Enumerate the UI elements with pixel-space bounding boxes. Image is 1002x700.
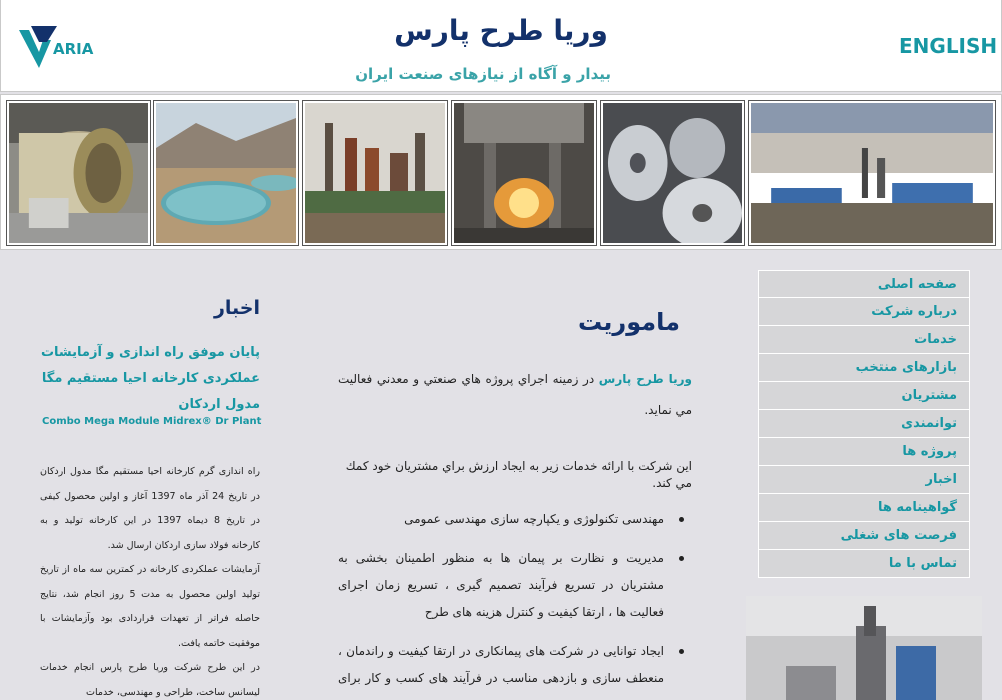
steel-coils-photo [600,100,745,246]
nav-item-projects[interactable]: پروژه ها [758,438,970,466]
site-tagline: بیدار و آگاه از نیازهای صنعت ایران [355,65,611,83]
nav-item-careers[interactable]: فرصت های شغلی [758,522,970,550]
list-item: ایجاد توانایی در شرکت های پیمانکاری در ا… [338,638,684,700]
mission-brand: وريا طرح پارس [598,372,692,386]
svg-text:ARIA: ARIA [53,40,94,58]
list-item-text: ایجاد توانایی در شرکت های پیمانکاری در ا… [338,644,664,700]
news-headline-link[interactable]: پایان موفق راه اندازی و آزمایشات عملکردی… [40,340,260,418]
nav-item-capabilities[interactable]: توانمندی [758,410,970,438]
nav-item-about[interactable]: درباره شرکت [758,298,970,326]
steel-plant-photo [302,100,448,246]
bullet-icon [679,649,684,654]
news-paragraph: آزمایشات عملکردی کارخانه در کمترین سه ما… [40,564,260,649]
bullet-icon [679,517,684,522]
list-item-text: مدیریت و نظارت بر پیمان ها به منظور اطمی… [338,551,664,619]
varia-logo[interactable]: ARIA [17,22,101,70]
list-item: مهندسی تکنولوژی و یکپارچه سازی مهندسی عم… [338,506,684,533]
mission-paragraph: اين شركت با ارائه خدمات زير به ايجاد ارز… [345,459,692,490]
mission-intro: وريا طرح پارس در زمينه اجراي پروژه هاي ص… [338,364,692,426]
list-item: مدیریت و نظارت بر پیمان ها به منظور اطمی… [338,545,684,626]
photo-banner [0,94,1002,250]
site-header: ARIA ENGLISH وریا طرح پارس بیدار و آگاه … [0,0,1002,92]
plant-tower-photo [746,596,982,700]
list-item-text: مهندسی تکنولوژی و یکپارچه سازی مهندسی عم… [404,512,664,526]
plant-panorama-photo [748,100,996,246]
nav-item-services[interactable]: خدمات [758,326,970,354]
english-language-link[interactable]: ENGLISH [899,34,997,58]
site-title: وریا طرح پارس [394,14,608,47]
nav-item-markets[interactable]: بازارهای منتخب [758,354,970,382]
thickener-photo [153,100,299,246]
bullet-icon [679,556,684,561]
nav-item-news[interactable]: اخبار [758,466,970,494]
news-paragraph: راه اندازی گرم کارخانه احیا مستقیم مگا م… [40,466,261,551]
main-navigation: صفحه اصلی درباره شرکت خدمات بازارهای منت… [758,270,970,578]
nav-item-clients[interactable]: مشتریان [758,382,970,410]
news-body: راه اندازی گرم کارخانه احیا مستقیم مگا م… [40,460,260,700]
news-paragraph: در این طرح شرکت وریا طرح پارس انجام خدما… [40,662,260,698]
mission-heading: ماموریت [577,308,680,336]
nav-item-contact[interactable]: تماس با ما [758,550,970,578]
news-subtitle: Combo Mega Module Midrex® Dr Plant [42,416,262,427]
furnace-photo [451,100,597,246]
mission-services-list: مهندسی تکنولوژی و یکپارچه سازی مهندسی عم… [338,506,684,700]
nav-item-home[interactable]: صفحه اصلی [758,270,970,298]
news-heading: اخبار [213,297,260,319]
ball-mill-photo [6,100,151,246]
nav-item-certificates[interactable]: گواهینامه ها [758,494,970,522]
